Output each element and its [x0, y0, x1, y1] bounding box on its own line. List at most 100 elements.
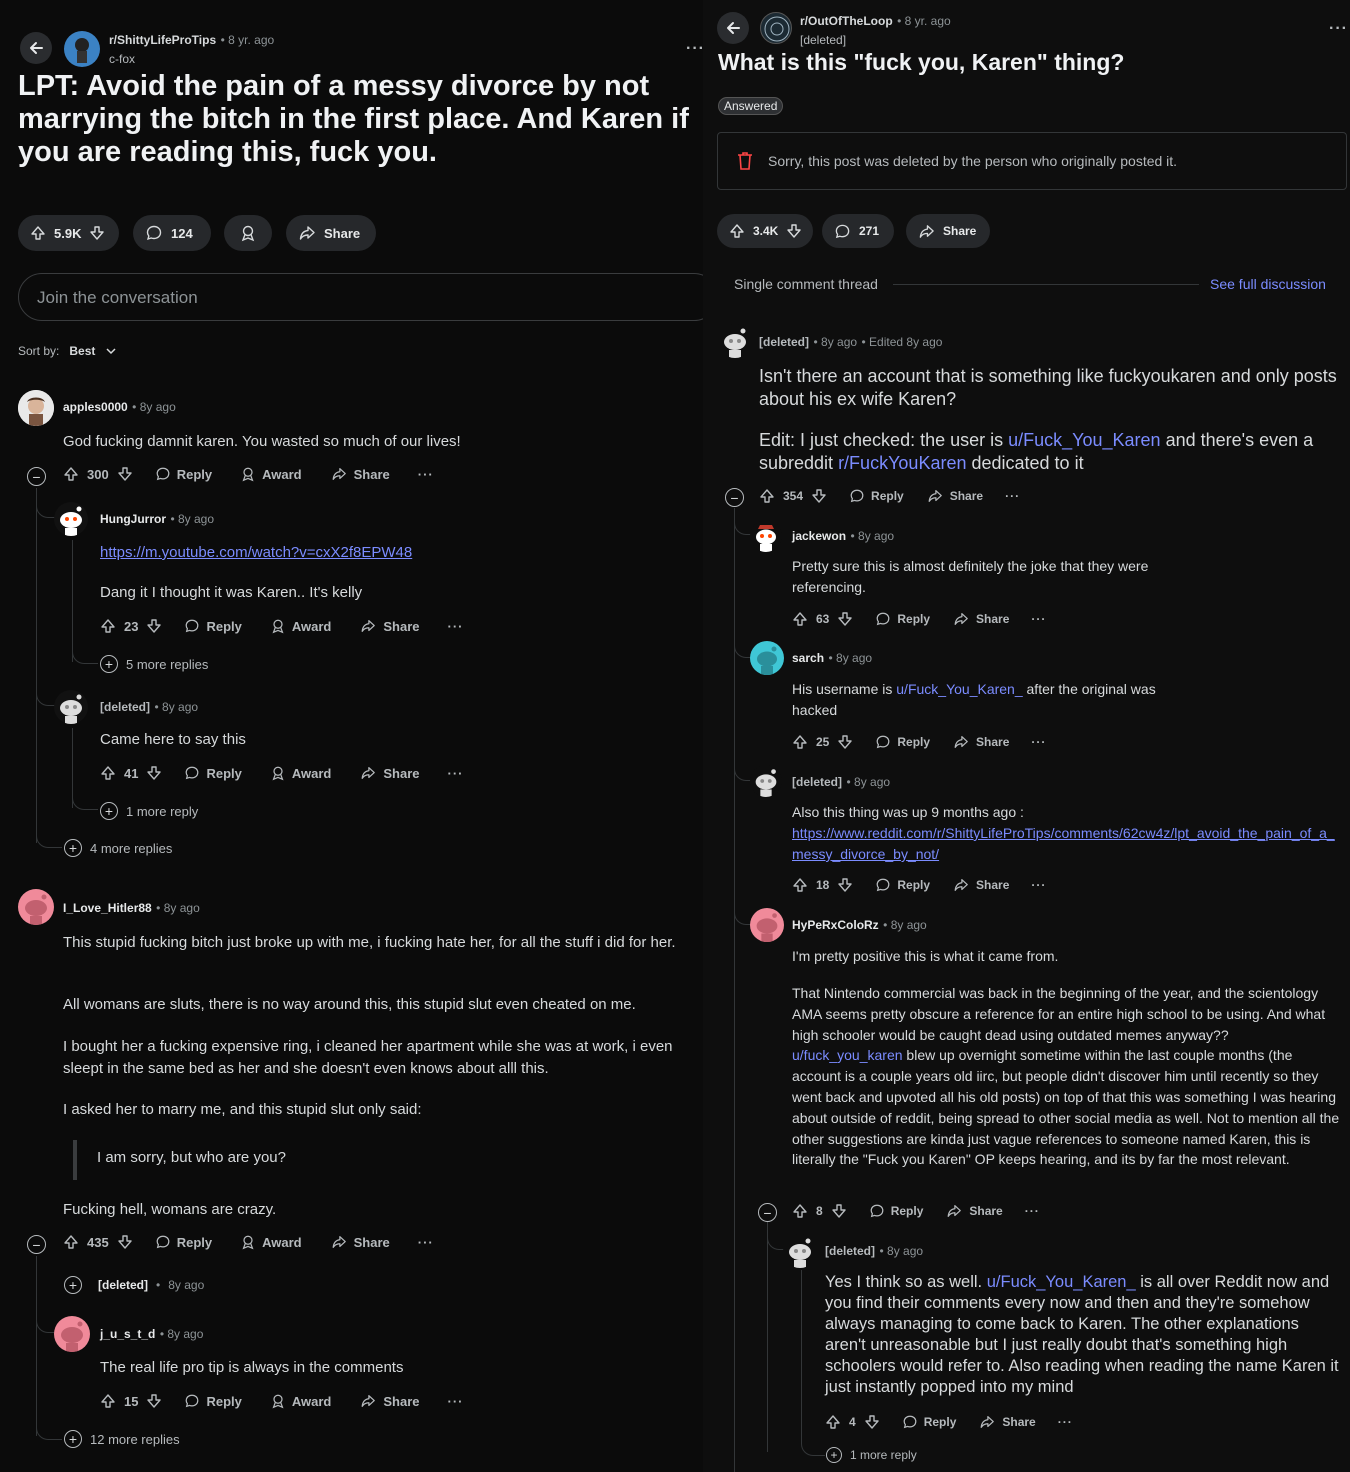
collapse-thread-button[interactable]: − — [725, 488, 744, 507]
upvote-icon[interactable] — [100, 1393, 116, 1409]
thread-line[interactable] — [801, 1270, 802, 1430]
downvote-icon[interactable] — [117, 1234, 133, 1250]
upvote-icon[interactable] — [792, 877, 808, 893]
user-link[interactable]: u/Fuck_You_Karen_ — [987, 1273, 1136, 1291]
subreddit-name[interactable]: r/OutOfTheLoop — [800, 14, 893, 28]
reply-button[interactable]: Reply — [184, 1393, 242, 1409]
comment-username[interactable]: HyPeRxColoRz — [792, 918, 879, 932]
comment-link[interactable]: https://www.reddit.com/r/ShittyLifeProTi… — [792, 823, 1340, 865]
back-button[interactable] — [717, 12, 749, 44]
overflow-menu-icon[interactable]: ··· — [1025, 1204, 1040, 1218]
comments-button[interactable]: 124 — [133, 215, 211, 251]
share-button[interactable]: Share — [952, 877, 1009, 893]
avatar[interactable] — [18, 390, 54, 426]
overflow-menu-icon[interactable]: ··· — [448, 619, 464, 634]
more-replies-button[interactable]: + 1 more reply — [826, 1447, 917, 1463]
upvote-icon[interactable] — [792, 734, 808, 750]
thread-line[interactable] — [36, 1256, 37, 1436]
upvote-icon[interactable] — [100, 618, 116, 634]
avatar[interactable] — [783, 1234, 817, 1268]
share-button[interactable]: Share — [952, 611, 1009, 627]
reply-button[interactable]: Reply — [875, 877, 930, 893]
downvote-icon[interactable] — [146, 1393, 162, 1409]
subreddit-avatar[interactable] — [760, 12, 792, 44]
reply-button[interactable]: Reply — [902, 1414, 956, 1430]
sort-dropdown[interactable]: Sort by: Best — [18, 344, 117, 358]
downvote-icon[interactable] — [117, 466, 133, 482]
avatar[interactable] — [750, 520, 782, 552]
upvote-icon[interactable] — [792, 611, 808, 627]
post-author[interactable]: c-fox — [109, 52, 274, 66]
overflow-menu-icon[interactable]: ··· — [1031, 878, 1046, 892]
subreddit-name[interactable]: r/ShittyLifeProTips — [109, 33, 216, 47]
downvote-icon[interactable] — [837, 611, 853, 627]
collapsed-comment[interactable]: + [deleted] • 8y ago — [64, 1276, 204, 1294]
reply-button[interactable]: Reply — [155, 1234, 212, 1250]
share-button[interactable]: Share — [359, 618, 420, 634]
award-button[interactable]: Award — [270, 618, 331, 634]
share-button[interactable]: Share — [945, 1203, 1003, 1219]
user-link[interactable]: u/Fuck_You_Karen — [1008, 430, 1160, 450]
upvote-icon[interactable] — [759, 488, 775, 504]
reply-button[interactable]: Reply — [155, 466, 212, 482]
downvote-icon[interactable] — [89, 225, 105, 241]
more-replies-button[interactable]: + 4 more replies — [64, 839, 172, 857]
join-conversation-input[interactable]: Join the conversation — [18, 273, 703, 321]
share-button[interactable]: Share — [330, 466, 390, 482]
avatar[interactable] — [18, 889, 54, 925]
post-flair[interactable]: Answered — [718, 97, 784, 115]
user-link[interactable]: u/Fuck_You_Karen_ — [896, 681, 1022, 697]
comment-username[interactable]: jackewon — [792, 529, 846, 543]
award-button[interactable] — [224, 215, 272, 251]
avatar[interactable] — [54, 690, 88, 724]
avatar[interactable] — [54, 502, 88, 536]
thread-line[interactable] — [734, 508, 735, 1472]
share-button[interactable]: Share — [926, 488, 983, 504]
comment-username[interactable]: j_u_s_t_d — [100, 1327, 155, 1341]
overflow-menu-icon[interactable]: ··· — [418, 467, 434, 482]
overflow-menu-icon[interactable]: ··· — [448, 1394, 464, 1409]
downvote-icon[interactable] — [146, 765, 162, 781]
reply-button[interactable]: Reply — [875, 734, 930, 750]
share-button[interactable]: Share — [906, 214, 990, 248]
upvote-icon[interactable] — [63, 466, 79, 482]
back-button[interactable] — [20, 32, 52, 64]
collapse-thread-button[interactable]: − — [27, 1235, 46, 1254]
overflow-menu-icon[interactable]: ··· — [418, 1235, 434, 1250]
overflow-menu-icon[interactable]: ··· — [1031, 612, 1046, 626]
share-button[interactable]: Share — [286, 215, 376, 251]
avatar[interactable] — [750, 765, 782, 797]
award-button[interactable]: Award — [240, 1234, 302, 1250]
more-replies-button[interactable]: + 5 more replies — [100, 655, 208, 673]
overflow-menu-icon[interactable]: ··· — [1058, 1415, 1073, 1429]
upvote-icon[interactable] — [792, 1203, 808, 1219]
avatar[interactable] — [750, 908, 784, 942]
reply-button[interactable]: Reply — [875, 611, 930, 627]
share-button[interactable]: Share — [330, 1234, 390, 1250]
avatar[interactable] — [718, 324, 752, 358]
collapse-thread-button[interactable]: − — [27, 467, 46, 486]
overflow-menu-icon[interactable]: ··· — [1329, 20, 1348, 38]
upvote-icon[interactable] — [30, 225, 46, 241]
award-button[interactable]: Award — [240, 466, 302, 482]
subreddit-link[interactable]: r/FuckYouKaren — [838, 453, 966, 473]
comment-username[interactable]: sarch — [792, 651, 824, 665]
user-link[interactable]: u/fuck_you_karen — [792, 1047, 903, 1063]
comment-username[interactable]: I_Love_Hitler88 — [63, 901, 152, 915]
award-button[interactable]: Award — [270, 765, 331, 781]
downvote-icon[interactable] — [811, 488, 827, 504]
reply-button[interactable]: Reply — [849, 488, 904, 504]
comment-username[interactable]: apples0000 — [63, 400, 128, 414]
subreddit-avatar[interactable] — [64, 31, 100, 67]
reply-button[interactable]: Reply — [869, 1203, 923, 1219]
downvote-icon[interactable] — [831, 1203, 847, 1219]
thread-line[interactable] — [767, 1222, 768, 1452]
collapse-thread-button[interactable]: − — [758, 1203, 777, 1222]
share-button[interactable]: Share — [952, 734, 1009, 750]
comments-button[interactable]: 271 — [822, 214, 894, 248]
thread-line[interactable] — [36, 488, 37, 843]
reply-button[interactable]: Reply — [184, 765, 242, 781]
comment-link[interactable]: https://m.youtube.com/watch?v=cxX2f8EPW4… — [100, 542, 412, 564]
upvote-icon[interactable] — [825, 1414, 841, 1430]
overflow-menu-icon[interactable]: ··· — [448, 766, 464, 781]
